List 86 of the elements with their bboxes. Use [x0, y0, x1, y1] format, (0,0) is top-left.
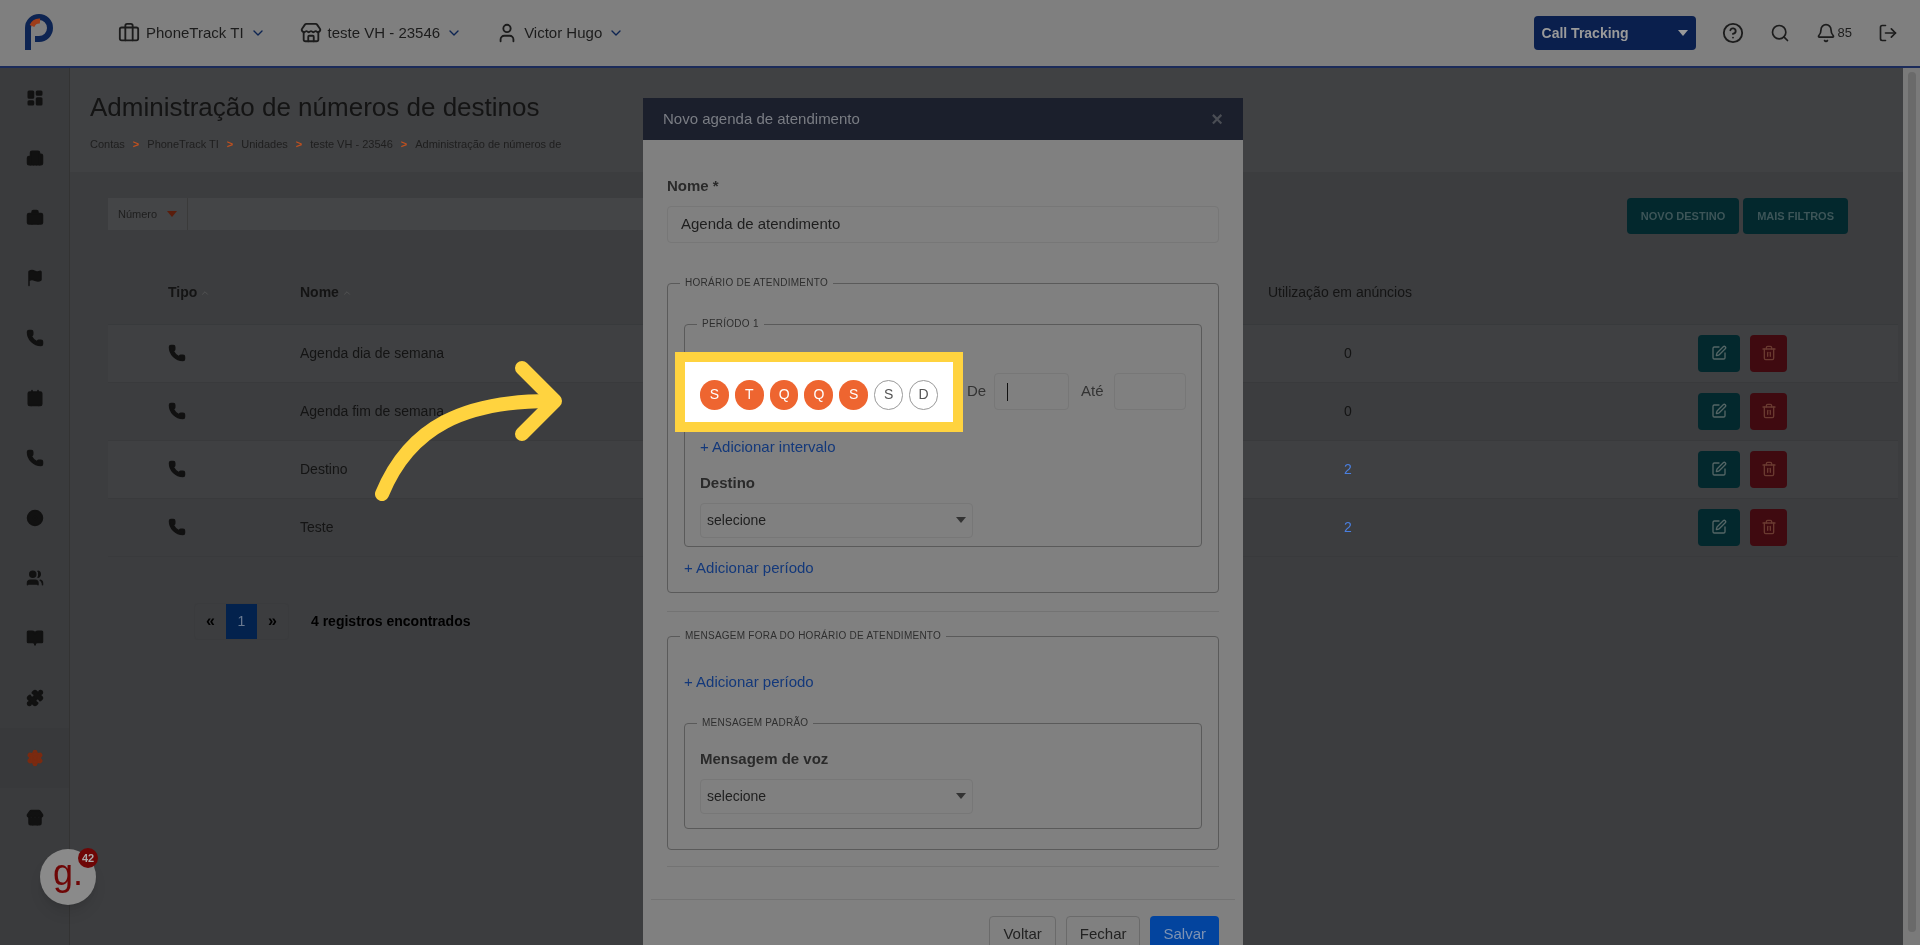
caret-icon [167, 211, 178, 217]
trash-icon [1760, 461, 1777, 477]
footer-button[interactable]: Fechar [1065, 915, 1141, 945]
weekday-toggle[interactable]: T [734, 379, 764, 410]
pagination-prev[interactable]: « [195, 603, 226, 639]
weekday-toggle[interactable]: Q [804, 379, 834, 410]
phone-icon [168, 460, 186, 478]
store-icon [25, 809, 44, 827]
field-label: Destino [700, 473, 756, 493]
field-label: Mensagem de voz [700, 749, 830, 769]
phone-icon [168, 518, 186, 536]
logout-icon[interactable] [1878, 23, 1898, 43]
nav-dropdown[interactable]: teste VH - 23546 [299, 21, 463, 45]
usage-link[interactable]: 2 [1344, 518, 1352, 535]
dashboard-icon [25, 89, 44, 107]
users-icon [25, 569, 44, 587]
puzzle-icon [25, 689, 44, 707]
search-icon[interactable] [1769, 23, 1790, 43]
footer-button[interactable]: Voltar [989, 915, 1056, 945]
destination-select[interactable]: selecione [700, 502, 973, 538]
edit-button[interactable] [1698, 450, 1740, 488]
contact-card-icon [25, 389, 44, 407]
action-button[interactable]: NOVO DESTINO [1626, 198, 1740, 234]
time-input[interactable] [994, 373, 1069, 410]
edit-button[interactable] [1698, 508, 1740, 546]
nav-dropdown[interactable]: PhoneTrack TI [118, 21, 266, 45]
edit-button[interactable] [1698, 392, 1740, 430]
field-label: Nome * [667, 176, 720, 196]
phone-icon [168, 402, 186, 420]
building-icon [25, 149, 44, 167]
notifications-button[interactable]: 85 [1815, 23, 1852, 43]
modal-title: Novo agenda de atendimento [663, 108, 860, 129]
caret-icon [956, 793, 966, 799]
breadcrumb-separator: > [295, 137, 303, 152]
disc-icon [25, 509, 44, 527]
pagination-next[interactable]: » [257, 603, 288, 639]
records-count: 4 registros encontrados [311, 611, 471, 631]
nav-dropdown[interactable]: Victor Hugo [496, 21, 625, 45]
breadcrumb-separator: > [400, 137, 408, 152]
delete-button[interactable] [1750, 508, 1787, 546]
weekday-toggle[interactable]: S [839, 379, 869, 410]
bell-icon [1815, 23, 1836, 43]
action-button[interactable]: MAIS FILTROS [1743, 198, 1848, 234]
delete-button[interactable] [1750, 334, 1787, 372]
trash-icon [1760, 403, 1777, 419]
trash-icon [1760, 345, 1777, 361]
phone-icon [25, 449, 44, 467]
field-label: De [967, 381, 987, 402]
name-input[interactable]: Agenda de atendimento [667, 205, 1219, 243]
edit-icon [1711, 519, 1727, 535]
voice-message-select[interactable]: selecione [700, 778, 973, 814]
settings-icon [25, 749, 44, 767]
weekday-toggle[interactable]: D [909, 379, 938, 410]
briefcase-icon [118, 22, 140, 44]
weekday-toggle[interactable]: Q [769, 379, 799, 410]
close-button[interactable]: × [1211, 109, 1223, 129]
notification-badge: 42 [78, 848, 98, 868]
delete-button[interactable] [1750, 450, 1787, 488]
delete-button[interactable] [1750, 392, 1787, 430]
caret-icon [1677, 30, 1688, 36]
field-label: Até [1081, 381, 1104, 402]
app-logo-icon [22, 14, 56, 52]
pagination-page[interactable]: 1 [226, 603, 257, 639]
weekday-toggle[interactable]: S [874, 379, 904, 410]
product-select[interactable]: Call Tracking [1533, 16, 1696, 50]
weekday-toggle[interactable]: S [700, 379, 729, 410]
add-period-link[interactable]: + Adicionar período [684, 556, 1202, 579]
edit-button[interactable] [1698, 334, 1740, 372]
help-icon[interactable] [1721, 22, 1744, 44]
footer-button[interactable]: Salvar [1150, 915, 1219, 945]
breadcrumb-separator: > [226, 137, 234, 152]
trash-icon [1760, 519, 1777, 535]
store-icon [299, 22, 322, 44]
add-interval-link[interactable]: + Adicionar intervalo [700, 435, 1186, 458]
book-icon [25, 629, 44, 647]
edit-icon [1711, 461, 1727, 477]
phone-icon [25, 329, 44, 347]
flag-icon [25, 269, 44, 287]
add-period-link[interactable]: + Adicionar período [684, 670, 1202, 693]
edit-icon [1711, 403, 1727, 419]
edit-icon [1711, 345, 1727, 361]
usage-link[interactable]: 2 [1344, 460, 1352, 477]
phone-icon [168, 344, 186, 362]
briefcase-icon [25, 209, 44, 227]
breadcrumb-separator: > [132, 137, 140, 152]
caret-icon [956, 517, 966, 523]
